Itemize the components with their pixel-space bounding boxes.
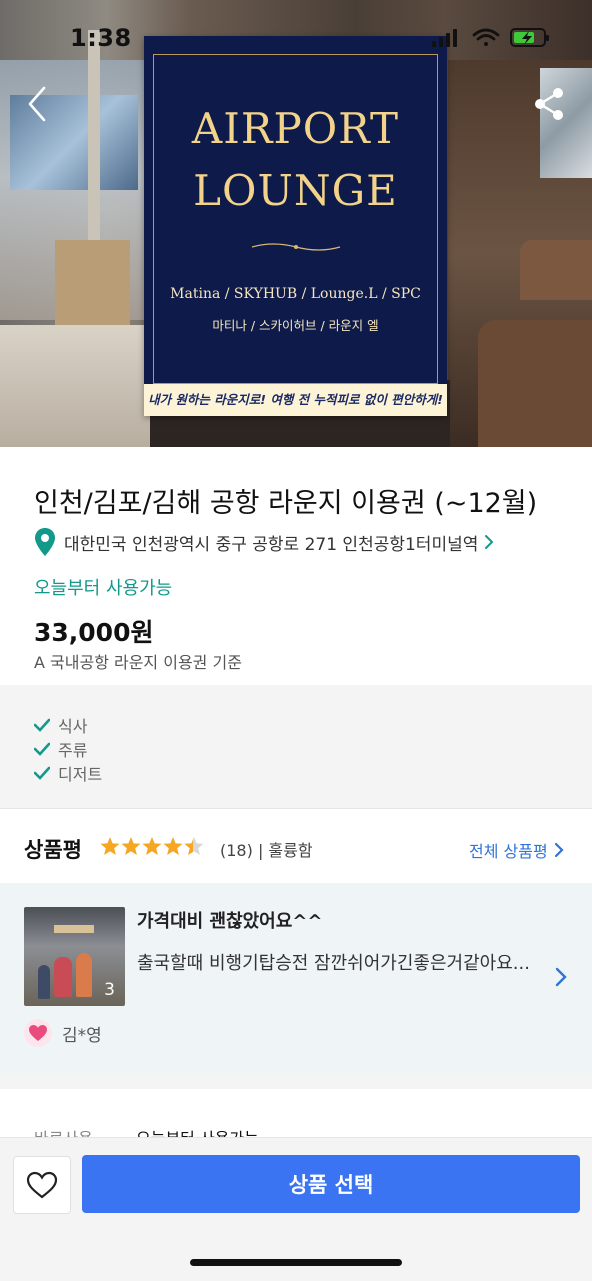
wishlist-button[interactable] <box>13 1156 71 1214</box>
signal-icon <box>432 29 457 47</box>
lounge-chair <box>520 240 592 300</box>
photo-sign <box>54 925 94 933</box>
chevron-right-icon <box>554 842 564 858</box>
status-time: 1:38 <box>70 24 132 52</box>
review-card[interactable]: 3 가격대비 괜찮았어요^^ 출국할때 비행기탑승전 잠깐쉬어가긴좋은거같아요.… <box>0 883 592 1073</box>
bottom-action-bar: 상품 선택 <box>0 1137 592 1281</box>
check-icon <box>34 718 50 732</box>
hero-image: AIRPORT LOUNGE Matina / SKYHUB / Lounge.… <box>0 0 592 447</box>
wifi-icon <box>472 28 500 46</box>
select-product-button[interactable]: 상품 선택 <box>82 1155 580 1213</box>
poster-brands: Matina / SKYHUB / Lounge.L / SPC <box>170 286 421 302</box>
availability-label: 오늘부터 사용가능 <box>34 578 173 599</box>
lounge-counter <box>55 240 130 330</box>
amenity-label: 디저트 <box>58 765 103 784</box>
chevron-right-icon <box>485 535 494 549</box>
amenity-label: 식사 <box>58 717 88 736</box>
avatar <box>24 1019 52 1047</box>
section-divider <box>0 1073 592 1089</box>
price-note: A 국내공항 라운지 이용권 기준 <box>34 653 242 672</box>
product-title: 인천/김포/김해 공항 라운지 이용권 (~12월) <box>34 488 538 519</box>
poster-banner: 내가 원하는 라운지로! 여행 전 누적피로 없이 편안하게! <box>144 384 447 416</box>
address-text: 대한민국 인천광역시 중구 공항로 271 인천공항1터미널역 <box>64 534 479 555</box>
home-indicator <box>190 1259 402 1266</box>
lounge-counter-front <box>0 325 150 447</box>
see-all-reviews-link[interactable]: 전체 상품평 <box>469 838 564 862</box>
see-all-reviews-label: 전체 상품평 <box>469 842 548 861</box>
amenity-item: 주류 <box>34 737 87 761</box>
reviewer: 김*영 <box>24 1019 102 1047</box>
lounge-pillar <box>88 30 100 250</box>
chevron-right-icon[interactable] <box>554 966 568 988</box>
heart-icon <box>26 1171 58 1199</box>
photo-person <box>76 953 92 997</box>
review-count-summary: (18) | 훌륭함 <box>220 837 313 861</box>
amenity-label: 주류 <box>58 741 88 760</box>
promo-poster: AIRPORT LOUNGE Matina / SKYHUB / Lounge.… <box>144 36 447 416</box>
lounge-chair-front <box>478 320 592 447</box>
reviewer-name: 김*영 <box>62 1025 102 1046</box>
poster-brands-korean: 마티나 / 스카이허브 / 라운지 엘 <box>212 318 379 333</box>
product-price: 33,000원 <box>34 618 154 647</box>
review-photo[interactable]: 3 <box>24 907 125 1006</box>
star-icon <box>100 837 120 855</box>
amenity-item: 디저트 <box>34 761 102 785</box>
battery-icon <box>510 28 549 47</box>
check-icon <box>34 742 50 756</box>
star-icon <box>163 837 183 855</box>
star-rating <box>100 837 204 855</box>
poster-title-line1: AIRPORT <box>191 104 400 153</box>
photo-count: 3 <box>104 980 115 1000</box>
map-pin-icon <box>35 528 55 556</box>
status-icons <box>432 28 549 47</box>
check-icon <box>34 766 50 780</box>
review-header: 상품평 (18) | 훌륭함 전체 상품평 <box>0 808 592 884</box>
product-info: 인천/김포/김해 공항 라운지 이용권 (~12월) 대한민국 인천광역시 중구… <box>0 447 592 685</box>
amenity-item: 식사 <box>34 713 87 737</box>
share-icon[interactable] <box>532 86 568 122</box>
poster-title-line2: LOUNGE <box>193 166 398 215</box>
lounge-artwork <box>540 68 592 178</box>
photo-person <box>54 957 72 997</box>
heart-avatar-icon <box>29 1025 47 1041</box>
review-count: (18) <box>220 841 253 860</box>
star-icon <box>121 837 141 855</box>
back-icon[interactable] <box>22 84 54 124</box>
review-body: 출국할때 비행기탑승전 잠깐쉬어가긴좋은거같아요... <box>137 953 530 974</box>
star-icon <box>142 837 162 855</box>
address-link[interactable]: 대한민국 인천광역시 중구 공항로 271 인천공항1터미널역 <box>34 527 494 557</box>
amenities-section: 식사 주류 디저트 <box>0 685 592 808</box>
photo-person <box>38 965 50 999</box>
flourish-ornament <box>251 243 341 251</box>
review-heading: 상품평 <box>24 838 82 862</box>
review-summary: | 훌륭함 <box>257 841 313 860</box>
review-subject: 가격대비 괜찮았어요^^ <box>137 911 323 932</box>
